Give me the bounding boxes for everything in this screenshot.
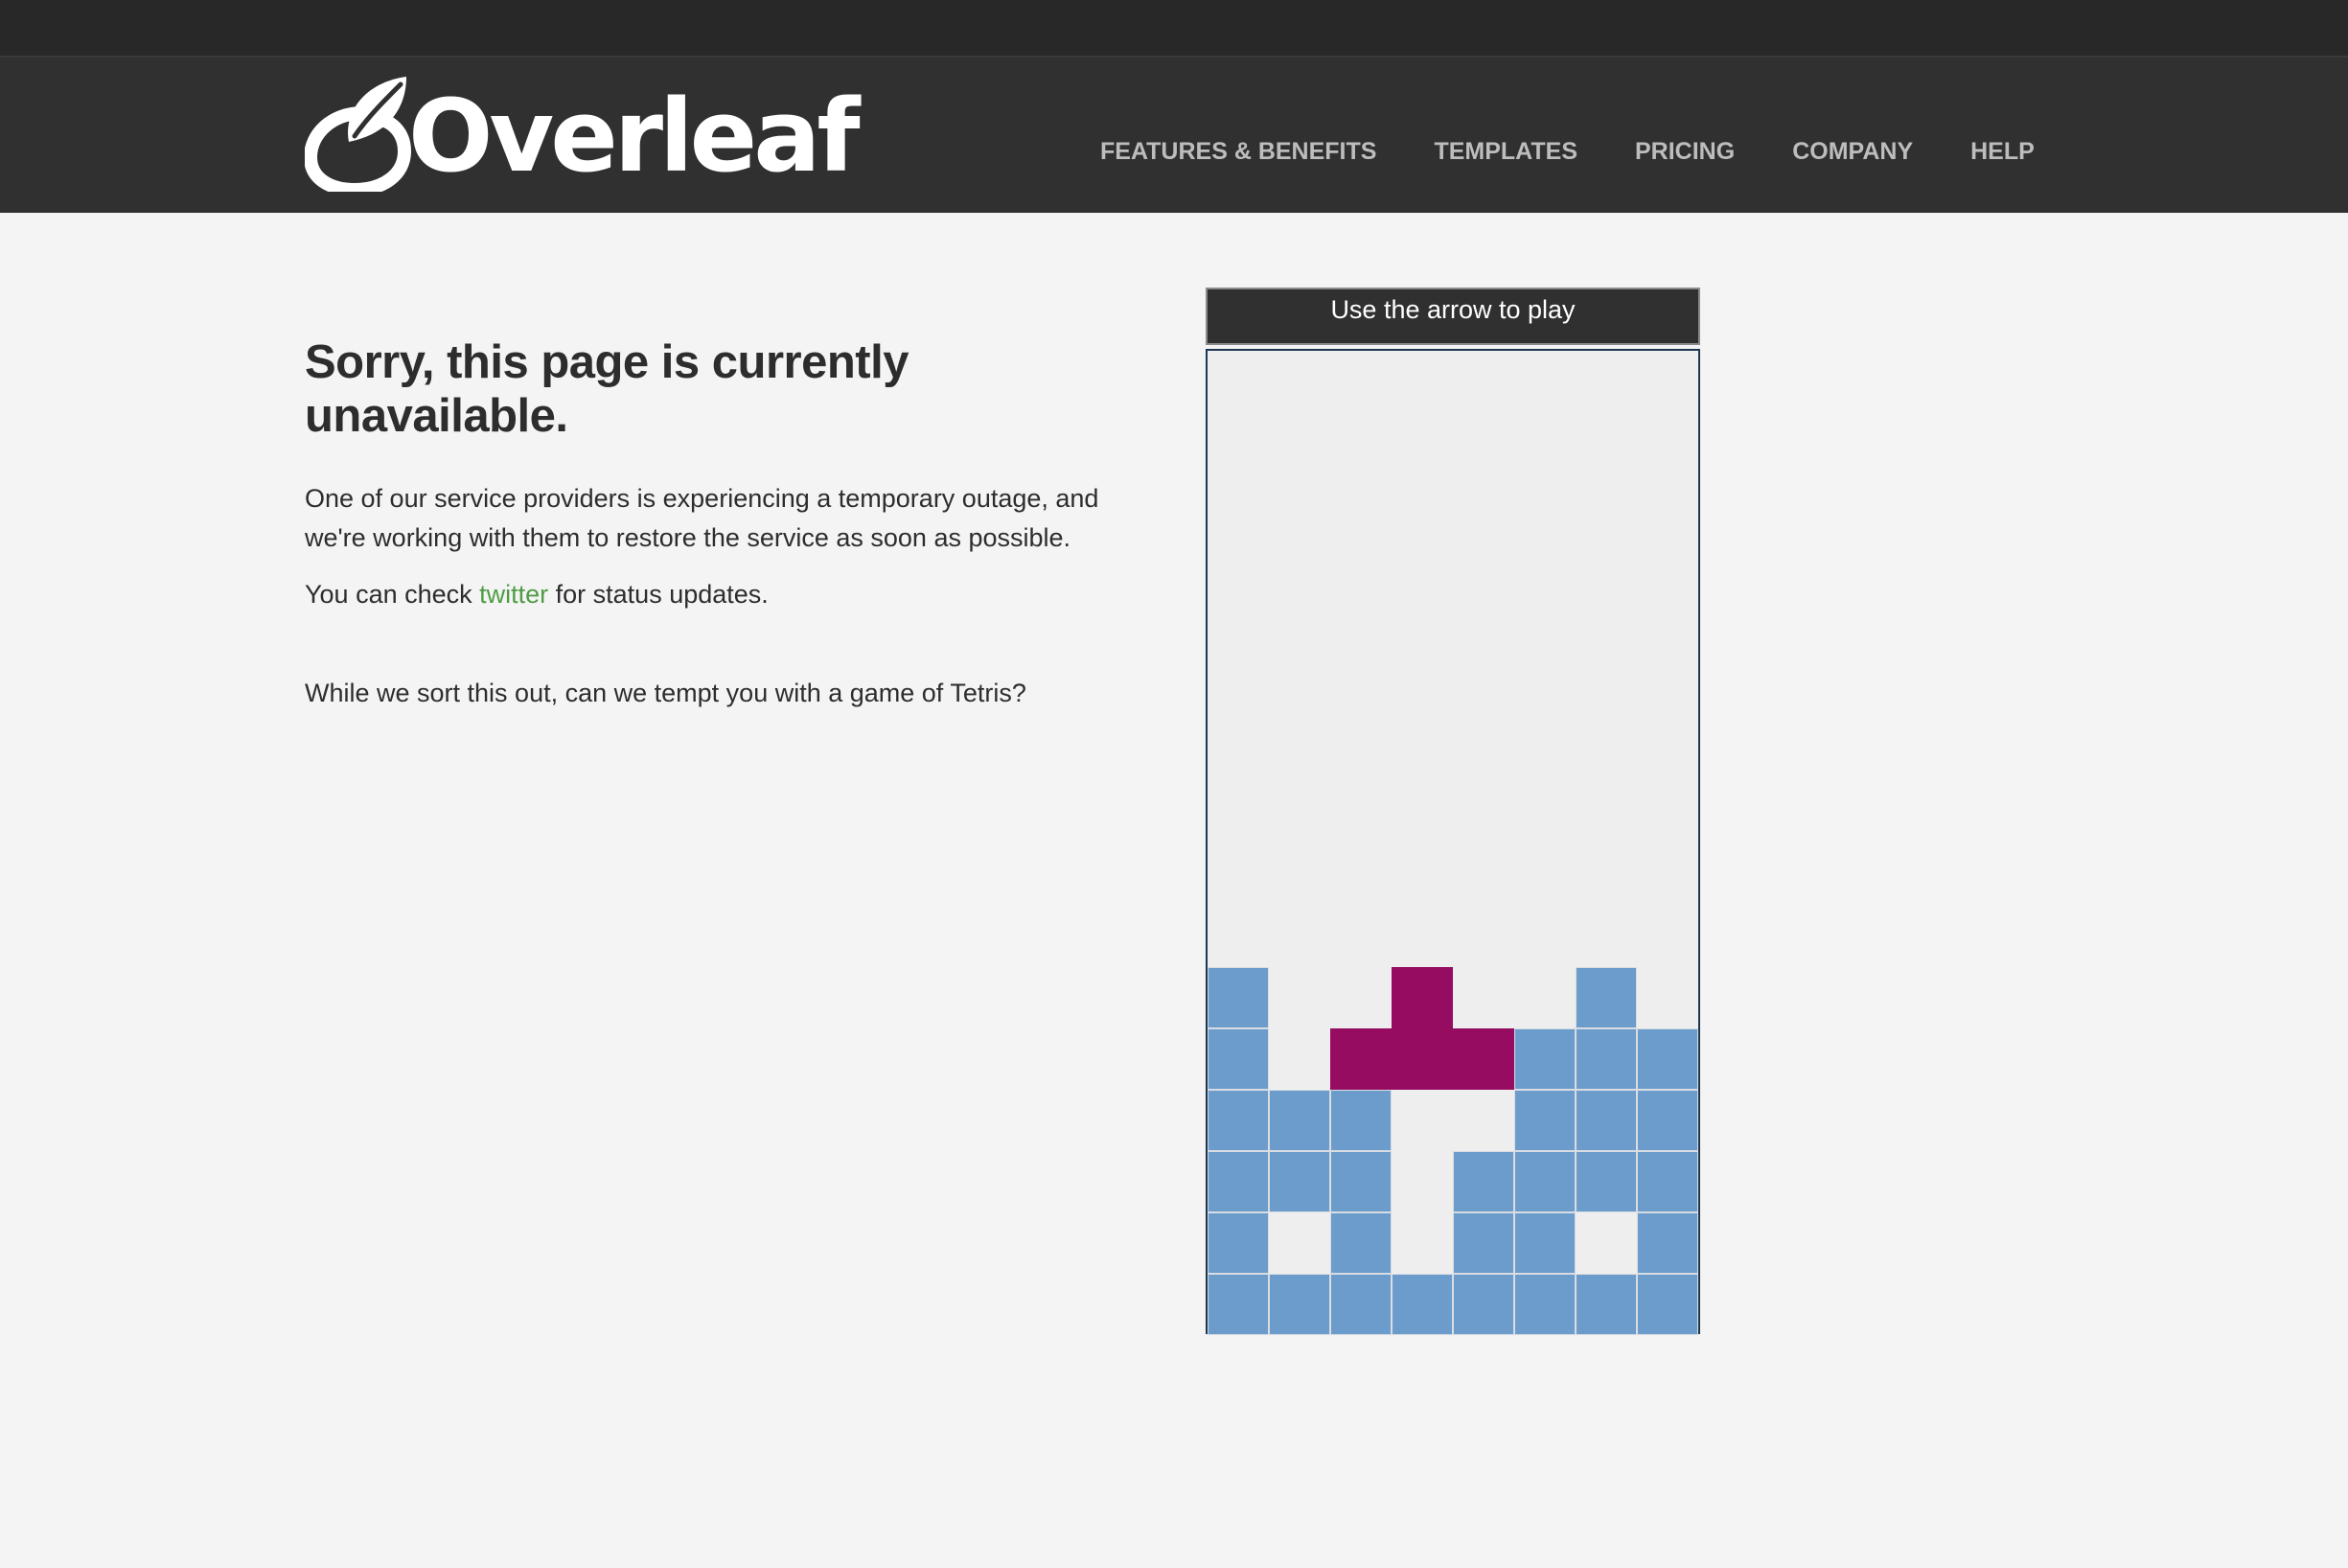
main-nav: FEATURES & BENEFITS TEMPLATES PRICING CO… [1100, 138, 2035, 166]
placed-block [1208, 1212, 1269, 1274]
placed-block [1392, 1274, 1453, 1335]
placed-block [1514, 1212, 1576, 1274]
placed-block [1330, 1151, 1392, 1212]
tetris-prompt: While we sort this out, can we tempt you… [305, 679, 1026, 707]
nav-company[interactable]: COMPANY [1792, 138, 1913, 166]
placed-block [1576, 1028, 1637, 1090]
overleaf-logo-icon [305, 77, 412, 192]
placed-block [1208, 967, 1269, 1028]
navbar: Overleaf FEATURES & BENEFITS TEMPLATES P… [0, 58, 2348, 213]
outage-message: Sorry, this page is currently unavailabl… [305, 335, 1148, 730]
placed-block [1637, 1274, 1698, 1335]
placed-block [1453, 1274, 1514, 1335]
brand-name: Overleaf [408, 78, 861, 195]
active-piece-block [1392, 967, 1453, 1028]
status-check-suffix: for status updates. [548, 580, 769, 609]
overleaf-logo[interactable]: Overleaf [305, 75, 861, 195]
page-title: Sorry, this page is currently unavailabl… [305, 336, 909, 442]
placed-block [1637, 1151, 1698, 1212]
placed-block [1330, 1090, 1392, 1151]
placed-block [1514, 1274, 1576, 1335]
placed-block [1514, 1151, 1576, 1212]
placed-block [1514, 1028, 1576, 1090]
nav-help[interactable]: HELP [1970, 138, 2035, 166]
placed-block [1514, 1090, 1576, 1151]
placed-block [1453, 1151, 1514, 1212]
placed-block [1576, 1090, 1637, 1151]
placed-block [1330, 1212, 1392, 1274]
nav-features-benefits[interactable]: FEATURES & BENEFITS [1100, 138, 1376, 166]
placed-block [1330, 1274, 1392, 1335]
placed-block [1208, 1028, 1269, 1090]
placed-block [1637, 1028, 1698, 1090]
active-piece-block [1453, 1028, 1514, 1090]
tetris-board[interactable] [1206, 349, 1700, 1335]
active-piece-block [1392, 1028, 1453, 1090]
placed-block [1208, 1151, 1269, 1212]
placed-block [1208, 1090, 1269, 1151]
twitter-link[interactable]: twitter [479, 580, 548, 609]
placed-block [1269, 1274, 1330, 1335]
placed-block [1637, 1090, 1698, 1151]
top-strip [0, 0, 2348, 58]
placed-block [1269, 1090, 1330, 1151]
placed-block [1269, 1151, 1330, 1212]
status-check-prefix: You can check [305, 580, 480, 609]
nav-templates[interactable]: TEMPLATES [1434, 138, 1577, 166]
status-check-text: You can check twitter for status updates… [305, 575, 1148, 614]
placed-block [1576, 967, 1637, 1028]
outage-text: One of our service providers is experien… [305, 484, 1099, 552]
placed-block [1576, 1151, 1637, 1212]
placed-block [1208, 1274, 1269, 1335]
tetris-game: Use the arrow to play [1206, 288, 1700, 1335]
placed-block [1453, 1212, 1514, 1274]
placed-block [1576, 1274, 1637, 1335]
game-instructions: Use the arrow to play [1206, 288, 1700, 345]
nav-pricing[interactable]: PRICING [1635, 138, 1735, 166]
placed-block [1637, 1212, 1698, 1274]
active-piece-block [1330, 1028, 1392, 1090]
